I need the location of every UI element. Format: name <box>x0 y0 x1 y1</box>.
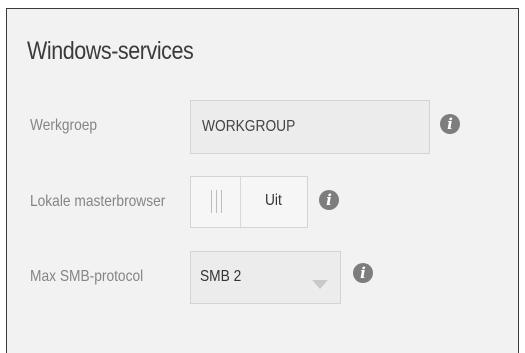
smb-protocol-value: SMB 2 <box>200 268 242 285</box>
grip-line <box>216 190 217 213</box>
smb-protocol-label: Max SMB-protocol <box>30 268 144 285</box>
workgroup-value: WORKGROUP <box>202 118 296 135</box>
master-browser-info-icon[interactable]: i <box>319 190 339 210</box>
master-browser-toggle[interactable]: Uit <box>190 176 308 228</box>
section-title: Windows-services <box>27 37 194 65</box>
chevron-down-icon <box>312 280 328 289</box>
toggle-state-label: Uit <box>265 192 282 209</box>
toggle-knob[interactable] <box>191 177 241 227</box>
smb-protocol-select[interactable]: SMB 2 <box>190 251 341 304</box>
workgroup-input[interactable]: WORKGROUP <box>190 100 430 154</box>
smb-protocol-info-icon[interactable]: i <box>353 263 373 283</box>
grip-line <box>221 190 222 213</box>
workgroup-label: Werkgroep <box>30 117 98 134</box>
master-browser-label: Lokale masterbrowser <box>30 193 166 210</box>
workgroup-info-icon[interactable]: i <box>440 114 460 134</box>
grip-line <box>211 190 212 213</box>
